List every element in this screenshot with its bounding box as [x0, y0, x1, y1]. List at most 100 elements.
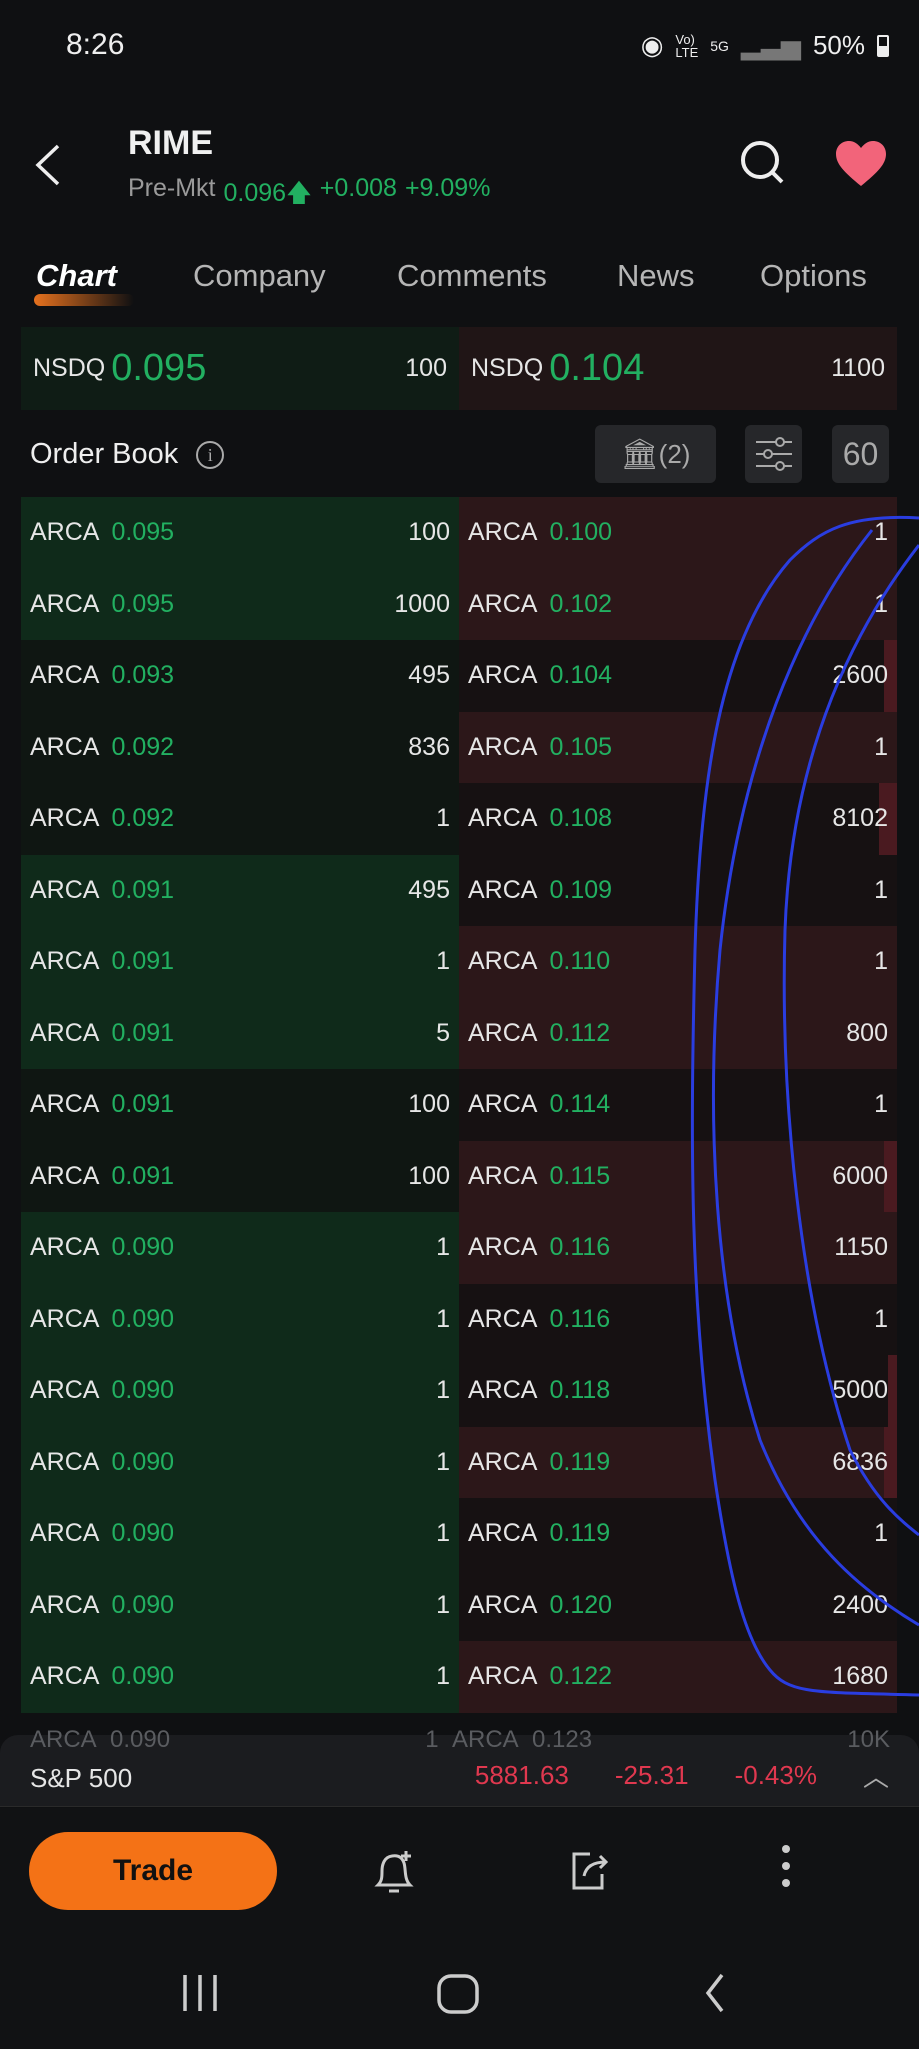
size: 5 [436, 1018, 450, 1047]
add-alert-bell-icon[interactable] [370, 1847, 418, 1895]
exchange: ARCA [468, 518, 538, 547]
tab-bar: Chart Company Comments News Options [0, 258, 919, 308]
price: 0.109 [549, 875, 613, 904]
depth-bar [888, 1355, 897, 1427]
depth-selector[interactable]: 60 [832, 425, 889, 483]
price: 0.104 [549, 661, 613, 690]
ask-cell: ARCA 0.119 6836 [459, 1426, 897, 1498]
exchanges-button[interactable]: 🏛 (2) [595, 425, 716, 483]
price: 0.090 [111, 1304, 175, 1333]
order-book-row: ARCA 0.091 100 ARCA 0.115 6000 [21, 1140, 897, 1212]
exchange: ARCA [30, 589, 100, 618]
tab-options[interactable]: Options [760, 258, 867, 294]
exchange: ARCA [30, 732, 100, 761]
system-back-icon[interactable] [700, 1972, 730, 2014]
index-name: S&P 500 [30, 1763, 133, 1793]
info-icon[interactable]: i [196, 440, 225, 469]
ask-cell: ARCA 0.108 8102 [459, 783, 897, 855]
size: 495 [408, 661, 450, 690]
stock-symbol: RIME [128, 124, 213, 162]
size: 800 [846, 1018, 888, 1047]
bid-cell: ARCA 0.090 1 [21, 1283, 459, 1355]
size: 1 [436, 1304, 450, 1333]
size: 836 [408, 732, 450, 761]
price: 0.116 [549, 1304, 611, 1333]
back-button[interactable] [28, 140, 68, 190]
size: 2400 [832, 1590, 888, 1619]
price: 0.092 [111, 732, 175, 761]
favorite-heart-icon[interactable] [834, 140, 888, 188]
price: 0.090 [111, 1447, 175, 1476]
price: 0.095 [111, 589, 175, 618]
home-icon[interactable] [436, 1973, 480, 2015]
price: 0.119 [549, 1519, 611, 1548]
exchange: ARCA [30, 1161, 100, 1190]
volte-icon: Vo) LTE [675, 31, 699, 60]
index-ticker-bar[interactable]: S&P 500 5881.63 -25.31 -0.43% ︿ [0, 1735, 919, 1807]
order-book-row: ARCA 0.095 1000 ARCA 0.102 1 [21, 568, 897, 640]
exchange: ARCA [468, 1662, 538, 1691]
settings-sliders-icon[interactable] [745, 425, 802, 483]
size: 1 [436, 804, 450, 833]
search-icon[interactable] [738, 138, 788, 188]
order-book-row: ARCA 0.091 5 ARCA 0.112 800 [21, 997, 897, 1069]
order-book-row: ARCA 0.093 495 ARCA 0.104 2600 [21, 640, 897, 712]
exchange: ARCA [468, 947, 538, 976]
size: 1000 [394, 589, 450, 618]
5g-icon: 5G [710, 37, 729, 54]
size: 6000 [832, 1161, 888, 1190]
chevron-up-icon[interactable]: ︿ [863, 1757, 889, 1794]
battery-icon [877, 34, 889, 57]
price: 0.102 [549, 589, 613, 618]
bid-cell: ARCA 0.090 1 [21, 1641, 459, 1713]
size: 1 [874, 1519, 888, 1548]
size: 100 [408, 1090, 450, 1119]
size: 1 [874, 518, 888, 547]
exchange: ARCA [30, 1662, 100, 1691]
trade-button[interactable]: Trade [29, 1832, 277, 1910]
exchange: ARCA [30, 1090, 100, 1119]
order-book-row: ARCA 0.095 100 ARCA 0.100 1 [21, 497, 897, 569]
exchange: ARCA [30, 1018, 100, 1047]
exchange: ARCA [30, 804, 100, 833]
exchange: ARCA [468, 1447, 538, 1476]
exchange: ARCA [468, 1519, 538, 1548]
ask-cell: ARCA 0.102 1 [459, 568, 897, 640]
price: 0.120 [549, 1590, 613, 1619]
price: 0.090 [111, 1233, 175, 1262]
best-bid: NSDQ 0.095 100 [21, 327, 459, 410]
size: 100 [408, 1161, 450, 1190]
arrow-up-icon: 🡅 [286, 179, 312, 207]
price: 0.110 [549, 947, 611, 976]
order-book-row: ARCA 0.090 1 ARCA 0.119 1 [21, 1498, 897, 1570]
size: 1 [874, 732, 888, 761]
ask-cell: ARCA 0.116 1 [459, 1283, 897, 1355]
index-value: 5881.63 [474, 1760, 569, 1790]
tab-company[interactable]: Company [193, 258, 326, 294]
order-book-row: ARCA 0.092 1 ARCA 0.108 8102 [21, 783, 897, 855]
recent-apps-icon[interactable] [180, 1973, 224, 2013]
active-tab-indicator [34, 294, 134, 306]
ask-cell: ARCA 0.118 5000 [459, 1355, 897, 1427]
ask-cell: ARCA 0.110 1 [459, 926, 897, 998]
tab-chart[interactable]: Chart [36, 258, 117, 294]
tab-comments[interactable]: Comments [397, 258, 547, 294]
signal-icon: ▂▃▅ [740, 30, 801, 60]
exchange: ARCA [468, 1304, 538, 1333]
bid-cell: ARCA 0.091 100 [21, 1140, 459, 1212]
size: 2600 [832, 661, 888, 690]
size: 1 [874, 589, 888, 618]
share-icon[interactable] [568, 1848, 614, 1894]
ask-cell: ARCA 0.105 1 [459, 711, 897, 783]
exchange: ARCA [468, 732, 538, 761]
exchange: ARCA [468, 1018, 538, 1047]
tab-news[interactable]: News [617, 258, 695, 294]
price: 0.116 [549, 1233, 611, 1262]
more-options-icon[interactable] [782, 1845, 792, 1887]
bid-cell: ARCA 0.090 1 [21, 1212, 459, 1284]
size: 1 [436, 1662, 450, 1691]
price: 0.091 [111, 1090, 175, 1119]
price: 0.114 [549, 1090, 611, 1119]
ask-cell: ARCA 0.122 1680 [459, 1641, 897, 1713]
price: 0.090 [111, 1376, 175, 1405]
